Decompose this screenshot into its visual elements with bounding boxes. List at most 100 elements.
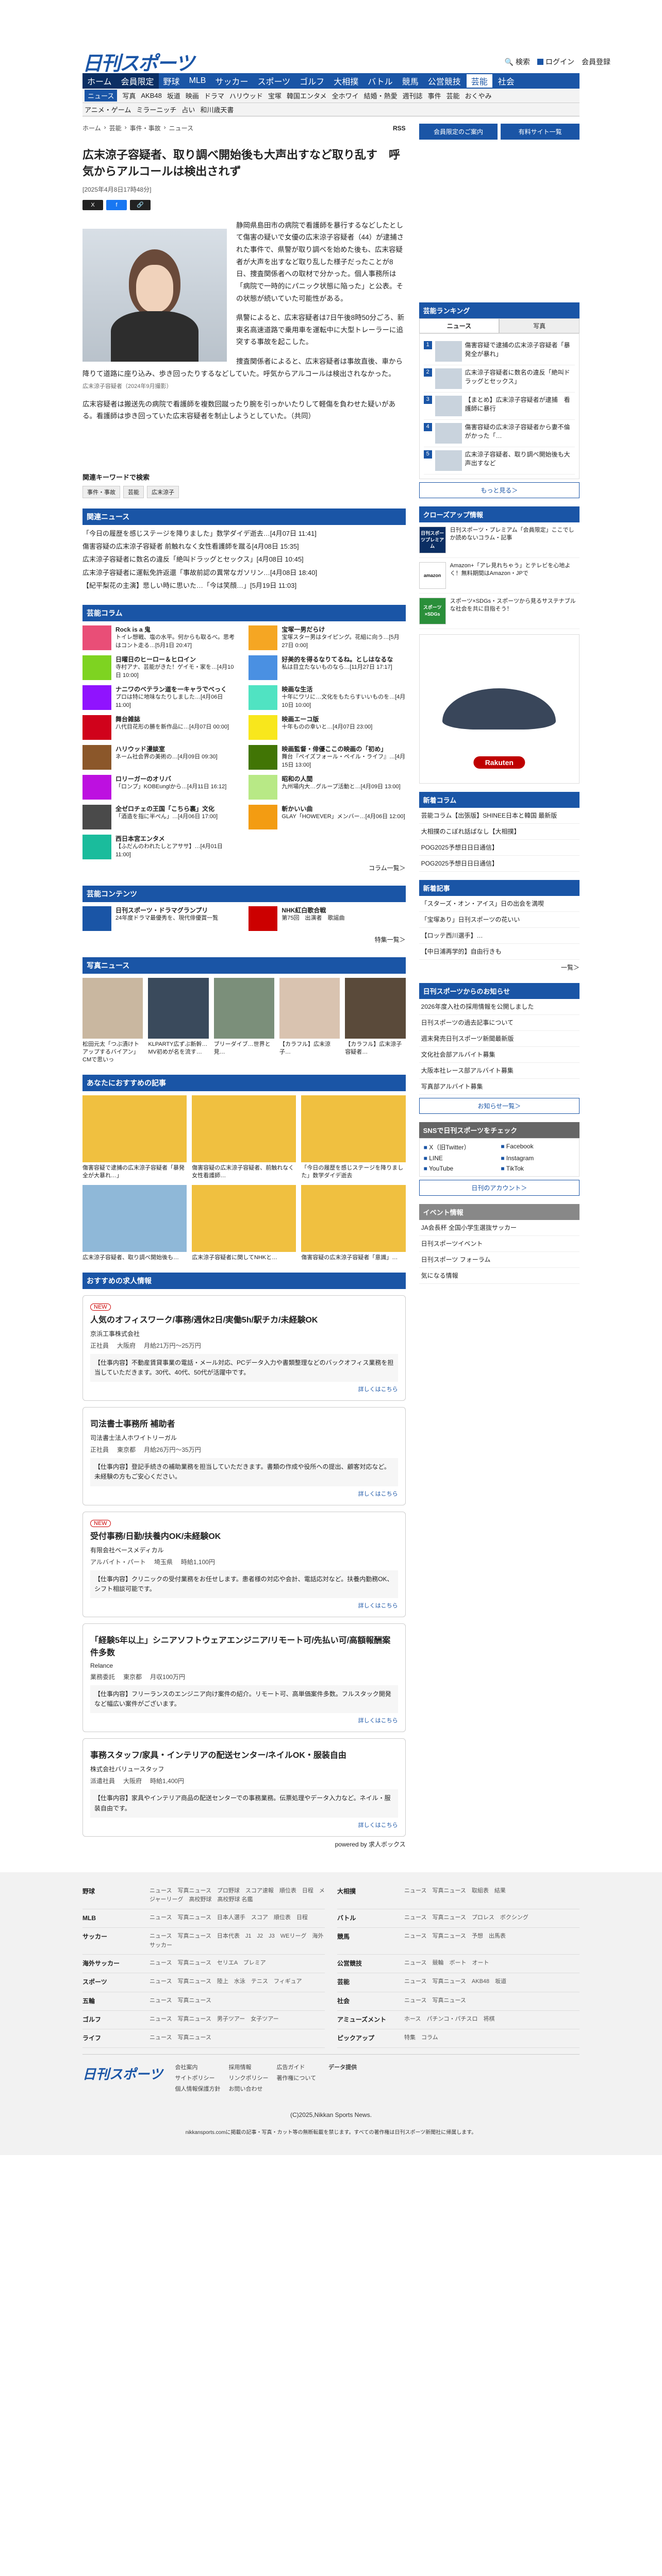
column-item[interactable]: 斬かいい曲 GLAY「HOWEVER」メンバー…[4月06日 12:00] (249, 804, 405, 831)
recommend-item[interactable]: 傷害容疑の広末涼子容疑者、前触れなく女性看護師… (192, 1095, 296, 1180)
article-photo[interactable] (82, 228, 227, 362)
new-article-item[interactable]: 【中日浦再学的】自由行きも (419, 944, 580, 960)
footer-link[interactable]: 広告ガイド (276, 2063, 316, 2073)
breadcrumb-item[interactable]: ニュース (169, 124, 193, 132)
job-card[interactable]: NEW 人気のオフィスワーク/事務/週休2日/実働5h/駅チカ/未経験OK 京浜工事… (82, 1295, 406, 1401)
closeup-item[interactable]: amazon Amazon+「アレ見れちゃう」とテレビを心地よく！無料期間はAma… (419, 558, 580, 594)
footer-links[interactable]: ニュース 写真ニュース 男子ツアー 女子ツアー (150, 2015, 279, 2025)
subnav-item[interactable]: AKB48 (141, 92, 161, 99)
footer-link[interactable]: 著作権について (276, 2074, 316, 2083)
facebook-share-icon[interactable]: f (106, 199, 127, 210)
sns-link[interactable]: YouTube (424, 1165, 498, 1172)
subnav-item[interactable]: ハリウッド (229, 91, 263, 100)
footer-link[interactable]: 採用情報 (228, 2063, 268, 2073)
subnav-item[interactable]: 全ホワイ (332, 91, 359, 100)
footer-links[interactable]: ホース パチンコ・パチスロ 将棋 (404, 2015, 494, 2025)
footer-links[interactable]: ニュース 写真ニュース プロ野球 スコア速報 順位表 日程 メジャーリーグ 高校… (150, 1887, 325, 1905)
sns-account-button[interactable]: 日刊のアカウント＞ (419, 1180, 580, 1196)
footer-links[interactable]: ニュース 写真ニュース (150, 1996, 211, 2006)
column-item[interactable]: 昭和の人間 九州場内大…グループ活動と…[4月09日 13:00] (249, 774, 405, 801)
ranking-item[interactable]: 1 傷害容疑で逮捕の広末涼子容疑者「暴発全が暴れ」 (423, 338, 575, 365)
sns-link[interactable]: Instagram (501, 1155, 575, 1162)
photo-news-item[interactable]: 松田元太「つぶ漬けトアップするバイアン」CMで思いっ (82, 977, 143, 1064)
search-link[interactable]: 🔍 検索 (505, 57, 530, 67)
footer-category[interactable]: 野球 (82, 1887, 150, 1905)
photo-news-item[interactable]: 【カラフル】広末涼子容疑者… (345, 977, 406, 1064)
ranking-item[interactable]: 3 【まとめ】広末涼子容疑者が逮捕 看護師に暴行 (423, 393, 575, 420)
subnav-item[interactable]: 占い (181, 105, 195, 114)
footer-links[interactable]: ニュース 写真ニュース 陸上 水泳 テニス フィギュア (150, 1977, 302, 1987)
event-item[interactable]: 気になる情報 (419, 1268, 580, 1284)
keyword-tag[interactable]: 事件・事故 (82, 485, 120, 498)
footer-links[interactable]: 特集 コラム (404, 2033, 438, 2043)
nav-item[interactable]: 大相撲 (329, 73, 363, 89)
related-item[interactable]: 【紀平梨花の主演】悲しい時に思いた…「今は笑顔…」[5月19日 11:03] (82, 579, 406, 592)
footer-category[interactable]: サッカー (82, 1932, 150, 1950)
subnav-item[interactable]: 写真 (122, 91, 136, 100)
nav-item[interactable]: ゴルフ (295, 73, 329, 89)
event-item[interactable]: JA会長杯 全国小学生選抜サッカー (419, 1220, 580, 1236)
footer-link[interactable]: 会社案内 (175, 2063, 220, 2073)
footer-links[interactable]: ニュース 写真ニュース 日本人選手 スコア 順位表 日程 (150, 1913, 308, 1923)
footer-category[interactable]: 競馬 (337, 1932, 404, 1950)
nav-item[interactable]: 社会 (493, 73, 519, 89)
new-articles-more[interactable]: 一覧＞ (419, 960, 580, 975)
job-title[interactable]: 受付事務/日勤/扶養内OK/未経験OK (90, 1529, 398, 1541)
footer-links[interactable]: ニュース 写真ニュース 予想 出馬表 (404, 1932, 506, 1950)
paid-sites-button[interactable]: 有料サイト一覧 (501, 124, 580, 140)
ranking-item[interactable]: 2 広末涼子容疑者に数名の違反「絶叫ドラッグとセックス」 (423, 365, 575, 393)
footer-category[interactable]: スポーツ (82, 1977, 150, 1987)
notice-item[interactable]: 写真部アルバイト募集 (419, 1079, 580, 1095)
column-item[interactable]: ナニワのベテラン道を一キャラでべっく プロは特に地味なたりしました…[4月06日 … (82, 685, 239, 711)
job-card[interactable]: 「経験5年以上」シニアソフトウェアエンジニア/リモート可/先払い可/高額報酬案件… (82, 1623, 406, 1733)
new-column-item[interactable]: POG2025予想日日日通信】 (419, 856, 580, 872)
ranking-more-button[interactable]: もっと見る＞ (419, 482, 580, 498)
recommend-item[interactable]: 「今日の履歴を感じステージを降りました」数学ダイデ逝去 (301, 1095, 406, 1180)
breadcrumb-item[interactable]: 事件・事故 (130, 124, 161, 132)
footer-links[interactable]: ニュース 写真ニュース (150, 2033, 211, 2043)
subnav-item[interactable]: 坂道 (167, 91, 180, 100)
sns-link[interactable]: Facebook (501, 1143, 575, 1151)
footer-link[interactable]: お問い合わせ (228, 2084, 268, 2094)
nav-item[interactable]: 芸能 (465, 73, 493, 89)
column-item[interactable]: 映画な生活 十年にワリに…文化をもたらすいいものを…[4月10日 10:00] (249, 685, 405, 711)
footer-category[interactable]: 五輪 (82, 1996, 150, 2006)
footer-category[interactable]: MLB (82, 1913, 150, 1923)
new-article-item[interactable]: 【ロッテ西川選手】… (419, 928, 580, 944)
column-item[interactable]: 宝塚一男だらけ 宝塚スター男はタイピング。花組に向う…[5月27日 0:00] (249, 625, 405, 651)
footer-links[interactable]: ニュース 写真ニュース AKB48 坂道 (404, 1977, 506, 1987)
ranking-item[interactable]: 4 傷害容疑の広末涼子容疑者から妻不倫がかった「… (423, 420, 575, 447)
subnav-item[interactable]: ニュース (85, 90, 118, 101)
rss-link[interactable]: RSS (393, 125, 406, 132)
login-link[interactable]: ログイン (537, 57, 574, 67)
new-article-item[interactable]: 「スターズ・オン・アイス」日の出会を満喫 (419, 896, 580, 912)
contents-more-link[interactable]: 特集一覧＞ (82, 932, 406, 947)
keyword-tag[interactable]: 芸能 (123, 485, 144, 498)
footer-category[interactable]: 社会 (337, 1996, 404, 2006)
recommend-item[interactable]: 広末涼子容疑者に関してNHKと… (192, 1185, 296, 1262)
notice-item[interactable]: 文化社会部アルバイト募集 (419, 1047, 580, 1063)
new-column-item[interactable]: POG2025予想日日日通信】 (419, 840, 580, 856)
job-title[interactable]: 事務スタッフ/家具・インテリアの配送センター/ネイルOK・服装自由 (90, 1748, 398, 1760)
column-item[interactable]: 舞台雑誌 八代目花形の勝を新作品に…[4月07日 00:00] (82, 715, 239, 741)
footer-category[interactable]: 海外サッカー (82, 1959, 150, 1969)
related-item[interactable]: 傷害容疑の広末涼子容疑者 前触れなく女性看護師を蹴る[4月08日 15:35] (82, 540, 406, 553)
subnav-item[interactable]: 結婚・熱愛 (364, 91, 398, 100)
nav-item[interactable]: 公営競技 (423, 73, 466, 89)
subnav-item[interactable]: 芸能 (446, 91, 460, 100)
photo-news-item[interactable]: KLPARTY広ずぶ新幹…MV初めが名を流す… (148, 977, 209, 1064)
related-item[interactable]: 「今日の履歴を感じステージを降りました」数学ダイデ逝去…[4月07日 11:41… (82, 527, 406, 540)
photo-news-item[interactable]: 【カラフル】広末涼子… (279, 977, 340, 1064)
subnav-item[interactable]: 和川歳天書 (200, 105, 234, 114)
subnav-item[interactable]: 週刊誌 (403, 91, 423, 100)
closeup-item[interactable]: 日刊スポーツプレミアム 日刊スポーツ・プレミアム「会員限定」ここでしか読めないコラ… (419, 522, 580, 558)
footer-links[interactable]: ニュース 写真ニュース 取組表 結果 (404, 1887, 506, 1905)
tab-news[interactable]: ニュース (419, 318, 500, 333)
nav-item[interactable]: バトル (363, 73, 397, 89)
footer-category[interactable]: ゴルフ (82, 2015, 150, 2025)
job-card[interactable]: 事務スタッフ/家具・インテリアの配送センター/ネイルOK・服装自由 株式会社バリュ… (82, 1738, 406, 1837)
recommend-item[interactable]: 傷害容疑の広末涼子容疑者「意識」… (301, 1185, 406, 1262)
photo-news-item[interactable]: ブリーダイブ…世界と見… (213, 977, 274, 1064)
sns-link[interactable]: X（旧Twitter） (424, 1143, 498, 1151)
job-title[interactable]: 司法書士事務所 補助者 (90, 1417, 398, 1429)
